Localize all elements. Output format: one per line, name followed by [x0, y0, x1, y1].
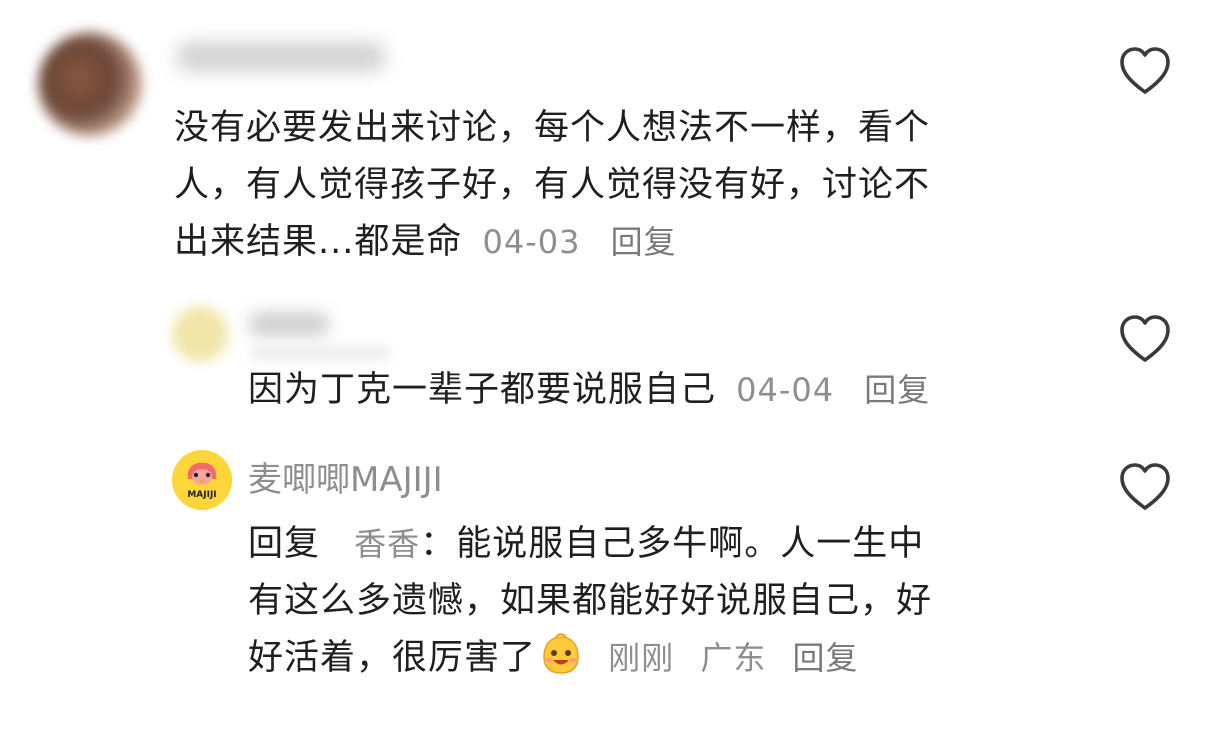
comment-date: 04-04 — [736, 371, 835, 409]
comment-time: 刚刚 — [608, 639, 675, 677]
comment-line: 出来结果...都是命 04-03 回复 — [174, 214, 1074, 271]
comment-line-text: 出来结果...都是命 — [174, 222, 463, 262]
username-redacted[interactable] — [248, 312, 330, 336]
like-button[interactable] — [1118, 46, 1172, 100]
username[interactable]: 麦唧唧MAJIJI — [248, 452, 443, 501]
avatar[interactable] — [172, 306, 228, 362]
comment-text: 因为丁克一辈子都要说服自己 — [248, 370, 717, 410]
comment-line-text: 能说服自己多牛啊。人一生中 — [456, 524, 925, 564]
comment-line: 好活着，很厉害了 刚刚 广东 回复 — [248, 630, 1068, 687]
comment-line: 回复 香香：能说服自己多牛啊。人一生中 — [248, 516, 1068, 573]
reply-comment-body: 因为丁克一辈子都要说服自己 04-04 回复 — [248, 362, 930, 419]
like-button[interactable] — [1118, 462, 1172, 516]
reply-to-username[interactable]: 香香 — [354, 525, 420, 563]
avatar[interactable]: MAJIJI — [172, 450, 232, 510]
comment-line-text: 好活着，很厉害了 — [248, 638, 537, 678]
comment-location: 广东 — [700, 639, 767, 677]
comment-body: 没有必要发出来讨论，每个人想法不一样，看个 人，有人觉得孩子好，有人觉得没有好，… — [174, 100, 1074, 271]
heart-outline-icon — [1120, 463, 1170, 510]
comment-date: 04-03 — [482, 223, 581, 261]
comment-line: 人，有人觉得孩子好，有人觉得没有好，讨论不 — [174, 165, 931, 205]
heart-outline-icon — [1120, 47, 1170, 94]
reply-button[interactable]: 回复 — [792, 639, 858, 677]
avatar-label: MAJIJI — [187, 490, 216, 500]
reply-button[interactable]: 回复 — [864, 371, 930, 409]
reply-button[interactable]: 回复 — [611, 223, 677, 261]
comment-line: 有这么多遗憾，如果都能好好说服自己，好 — [248, 581, 933, 621]
colon: ： — [420, 524, 457, 564]
like-button[interactable] — [1118, 314, 1172, 368]
avatar[interactable] — [38, 32, 142, 136]
grinning-face-emoji-icon — [543, 633, 579, 674]
username-redacted[interactable] — [176, 42, 386, 72]
reply-comment-body: 回复 香香：能说服自己多牛啊。人一生中 有这么多遗憾，如果都能好好说服自己，好 … — [248, 516, 1068, 687]
heart-outline-icon — [1120, 315, 1170, 362]
majiji-logo-icon: MAJIJI — [172, 450, 232, 510]
redacted-subline — [250, 348, 390, 358]
reply-prefix: 回复 — [248, 524, 321, 564]
comment-line: 没有必要发出来讨论，每个人想法不一样，看个 — [174, 108, 931, 148]
